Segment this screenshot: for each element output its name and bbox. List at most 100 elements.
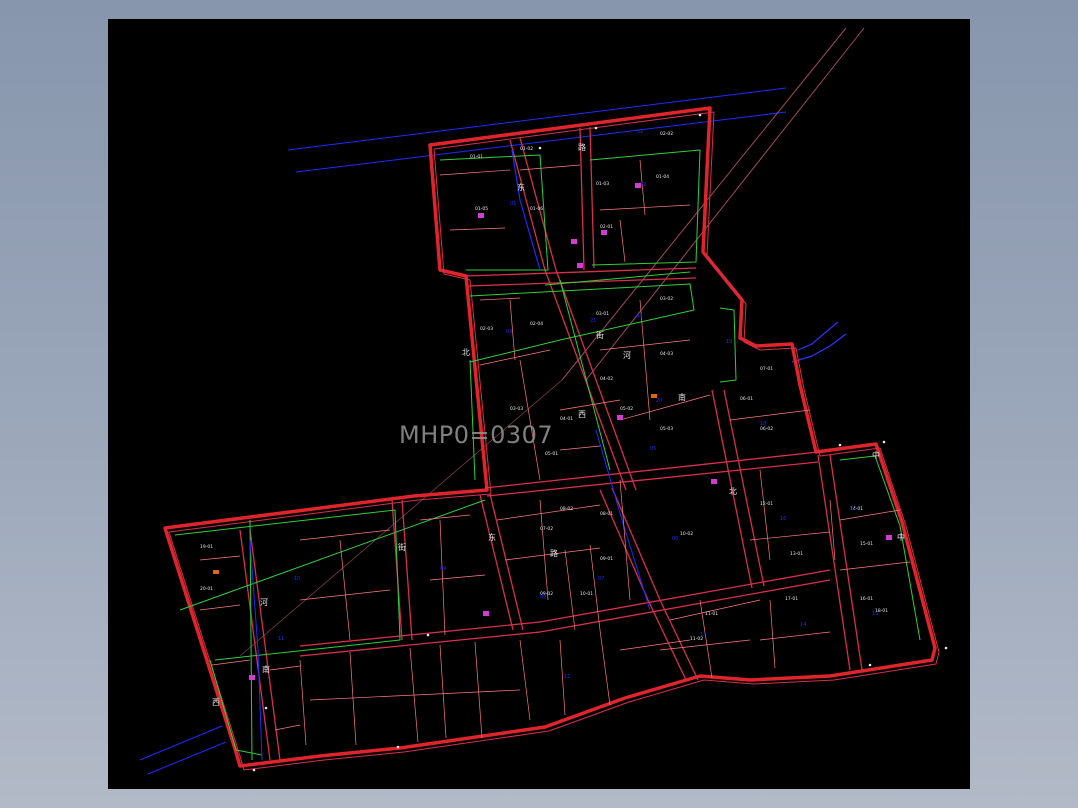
parcel-code-label: 02-02 — [660, 131, 673, 137]
parcel-line — [479, 297, 521, 301]
block-number-label: 05 — [650, 446, 656, 452]
parcel-code-label: 02-01 — [600, 224, 613, 230]
parcel-code-label: 10-02 — [680, 531, 693, 537]
block-number-label: 15 — [872, 611, 878, 617]
survey-marker — [426, 633, 430, 637]
parcel-line — [839, 561, 911, 571]
parcel-line — [474, 641, 483, 739]
parcel-code-label: 13-01 — [790, 551, 803, 557]
site-boundary — [163, 106, 937, 768]
parcel-code-label: 09-01 — [600, 556, 613, 562]
parcel-line — [839, 509, 901, 521]
block-number-label: 14 — [800, 622, 806, 628]
parcel-code-label: 01-02 — [520, 146, 533, 152]
parcel-line — [539, 499, 549, 601]
block-number-label: 03 — [506, 329, 512, 335]
road-name-label: 中 — [897, 532, 905, 542]
parcel-line — [759, 469, 771, 561]
parcel-code-label: 08-01 — [600, 511, 613, 517]
road-edge — [599, 489, 649, 601]
external-road-line — [287, 87, 787, 151]
road-edge — [519, 137, 557, 271]
block-number-label: 16 — [780, 516, 786, 522]
greenbelt-line — [439, 154, 549, 271]
road-edge — [489, 493, 524, 631]
road-name-label: 中 — [872, 450, 880, 460]
parcel-code-label: 06-01 — [740, 396, 753, 402]
road-name-label: 北 — [462, 348, 470, 357]
site-plan-drawing: 01-01 01-02 01-03 01-04 01-05 01-06 02-01 02-02… — [139, 27, 948, 775]
block-number-label: 19 — [726, 339, 732, 345]
parcel-code-label: 16-01 — [860, 596, 873, 602]
parcel-code-label: 01-06 — [530, 206, 543, 212]
diagonal-line — [585, 27, 865, 381]
greenbelt-line — [179, 499, 486, 611]
parcel-code-label: 04-01 — [560, 416, 573, 422]
road-edge — [829, 454, 863, 671]
road-edge — [647, 599, 687, 681]
cad-drawing-canvas[interactable]: 01-01 01-02 01-03 01-04 01-05 01-06 02-01 02-02… — [108, 19, 970, 789]
block-number-label: 21 — [590, 318, 596, 324]
parcel-code-label: 01-04 — [656, 174, 669, 180]
road-edge — [479, 494, 514, 631]
parcel-code-label: 15-01 — [860, 541, 873, 547]
greenbelt-line — [719, 307, 737, 383]
road-name-label: 河 — [260, 597, 268, 607]
parcel-code-label: 04-02 — [600, 376, 613, 382]
road-name-label: 西 — [212, 698, 220, 707]
survey-marker — [944, 646, 948, 650]
parcel-line — [659, 639, 751, 651]
parcel-code-label: 20-01 — [200, 586, 213, 592]
parcel-line — [619, 639, 691, 651]
block-number-label: 18 — [760, 421, 766, 427]
facility-marker — [249, 675, 255, 680]
parcel-line — [749, 531, 831, 541]
block-number-label: 06 — [672, 536, 678, 542]
facility-marker — [478, 213, 484, 218]
road-name-label: 南 — [678, 392, 686, 402]
parcel-line — [564, 549, 576, 631]
road-name-label: 东 — [517, 182, 525, 192]
road-name-label: 东 — [488, 532, 496, 542]
parcel-code-label: 07-02 — [540, 526, 553, 532]
road-name-label: 河 — [623, 350, 631, 360]
road-name-label: 南 — [262, 664, 270, 674]
block-number-label: 13 — [700, 632, 706, 638]
block-number-label: 17 — [850, 506, 856, 512]
survey-marker — [698, 113, 702, 117]
parcel-line — [769, 599, 776, 669]
parcel-code-label: 04-03 — [660, 351, 673, 357]
parcel-code-label: 02-03 — [480, 326, 493, 332]
road-edge — [299, 621, 541, 647]
parcel-code-label: 01-05 — [475, 206, 488, 212]
greenbelt-line — [469, 283, 695, 363]
road-name-label: 路 — [550, 548, 558, 558]
parcel-line — [519, 359, 541, 481]
road-name-label: 西 — [578, 410, 586, 419]
parcel-line — [599, 204, 691, 211]
parcel-line — [199, 604, 241, 611]
road-edge — [611, 487, 661, 601]
parcel-code-label: 01-01 — [470, 154, 483, 160]
parcel-line — [199, 555, 241, 561]
facility-marker — [617, 415, 623, 420]
parcel-line — [449, 227, 506, 231]
greenbelt-line — [209, 659, 263, 756]
block-number-label: 20 — [656, 398, 662, 404]
block-number-label: 08 — [540, 594, 546, 600]
survey-marker — [264, 706, 268, 710]
parcel-code-label: 07-01 — [760, 366, 773, 372]
parcel-code-label: 03-03 — [510, 406, 523, 412]
parcel-code-label: 17-01 — [785, 596, 798, 602]
survey-marker — [882, 440, 886, 444]
parcel-line — [729, 409, 811, 421]
parcel-line — [496, 504, 601, 521]
parcel-line — [519, 164, 581, 171]
road-name-label: 街 — [596, 330, 604, 340]
parcel-code-label: 11-01 — [705, 611, 718, 617]
facility-marker-orange — [213, 570, 219, 574]
parcel-line — [274, 724, 301, 731]
parcel-line — [439, 519, 446, 636]
block-number-label: 01 — [510, 201, 516, 207]
facility-marker-orange — [651, 394, 657, 398]
